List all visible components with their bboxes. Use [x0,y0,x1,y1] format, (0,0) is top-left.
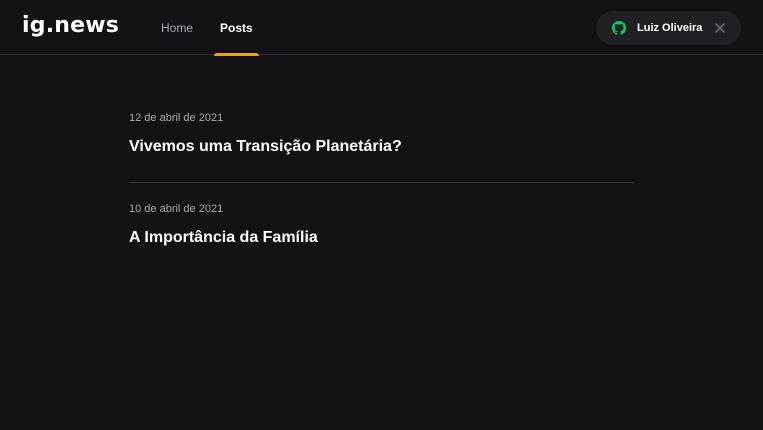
post-title[interactable]: A Importância da Família [129,228,634,248]
header: ig.news Home Posts Luiz Oliveira [0,0,763,56]
posts-list: 12 de abril de 2021 Vivemos uma Transiçã… [129,92,634,248]
close-icon[interactable] [715,23,726,33]
post-item[interactable]: 12 de abril de 2021 Vivemos uma Transiçã… [129,112,634,157]
nav-posts[interactable]: Posts [214,0,259,56]
user-name: Luiz Oliveira [637,22,703,34]
sign-in-button[interactable]: Luiz Oliveira [596,11,741,45]
post-title[interactable]: Vivemos uma Transição Planetária? [129,137,634,157]
post-date: 12 de abril de 2021 [129,112,224,124]
post-item[interactable]: 10 de abril de 2021 A Importância da Fam… [129,203,634,248]
divider [129,182,634,183]
nav-home[interactable]: Home [148,0,206,55]
main-nav: Home Posts [148,0,259,56]
github-icon [612,21,626,35]
post-date: 10 de abril de 2021 [129,203,224,215]
logo[interactable]: ig.news [22,13,119,38]
